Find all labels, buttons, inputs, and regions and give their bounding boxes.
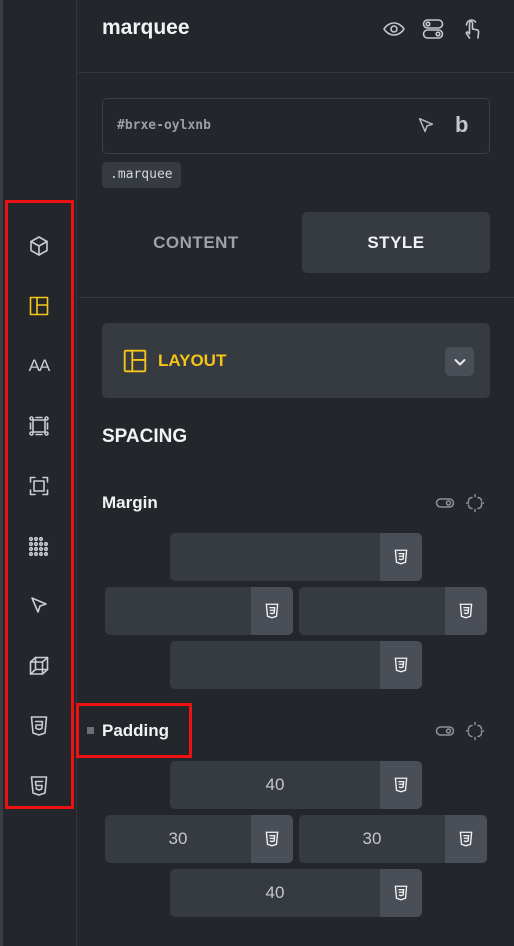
margin-right-value	[299, 587, 445, 635]
rail-edge	[0, 0, 3, 946]
divider	[78, 297, 514, 298]
css3-icon[interactable]	[445, 815, 487, 863]
layout-grid-icon	[122, 348, 148, 374]
unlink-icon[interactable]	[465, 493, 485, 513]
css3-icon[interactable]	[445, 587, 487, 635]
css3-icon[interactable]	[380, 761, 422, 809]
3d-box-icon[interactable]	[23, 650, 55, 682]
css3-icon[interactable]	[23, 710, 55, 742]
border-frame-icon[interactable]	[23, 410, 55, 442]
class-chip[interactable]: .marquee	[102, 162, 181, 188]
padding-top-field[interactable]: 40	[170, 761, 422, 809]
element-id-text: #brxe-oylxnb	[117, 118, 211, 133]
layout-grid-icon[interactable]	[23, 290, 55, 322]
bold-b-icon[interactable]: b	[455, 112, 468, 138]
css3-icon[interactable]	[251, 815, 293, 863]
padding-top-value: 40	[265, 775, 285, 794]
margin-left-value	[105, 587, 251, 635]
typography-icon[interactable]: AA	[23, 350, 55, 382]
margin-right-field[interactable]	[299, 587, 487, 635]
layout-label: LAYOUT	[158, 351, 227, 370]
margin-bottom-value	[170, 641, 380, 689]
toggle-icon[interactable]	[435, 493, 455, 513]
tab-content[interactable]: CONTENT	[102, 212, 290, 273]
margin-top-value	[170, 533, 380, 581]
css3-icon[interactable]	[380, 641, 422, 689]
padding-right-value: 30	[362, 829, 382, 848]
css3-icon[interactable]	[251, 587, 293, 635]
padding-left-value: 30	[168, 829, 188, 848]
dots-grid-icon[interactable]	[23, 530, 55, 562]
element-id-field[interactable]: #brxe-oylxnb b	[102, 98, 490, 154]
margin-bottom-field[interactable]	[170, 641, 422, 689]
cube-icon[interactable]	[23, 230, 55, 262]
layout-accordion[interactable]: LAYOUT	[102, 323, 490, 398]
padding-bottom-value: 40	[265, 883, 285, 902]
padding-left-field[interactable]: 30	[105, 815, 293, 863]
cursor-arrow-icon[interactable]	[23, 590, 55, 622]
cursor-arrow-icon[interactable]	[415, 115, 437, 137]
margin-top-field[interactable]	[170, 533, 422, 581]
eye-icon[interactable]	[381, 16, 407, 42]
padding-highlight-box	[76, 703, 192, 758]
padding-right-field[interactable]: 30	[299, 815, 487, 863]
chevron-down-icon[interactable]	[445, 347, 474, 376]
tab-style[interactable]: STYLE	[302, 212, 490, 273]
css3-icon[interactable]	[380, 533, 422, 581]
panel-header: marquee	[78, 0, 514, 73]
spacing-heading: SPACING	[102, 426, 188, 447]
style-panel: marquee #brxe-oylxnb b .marquee CONTENT …	[78, 0, 514, 946]
element-title: marquee	[102, 16, 190, 39]
toggle-stack-icon[interactable]	[420, 16, 446, 42]
margin-label: Margin	[102, 493, 158, 512]
box-sizing-icon[interactable]	[23, 470, 55, 502]
margin-left-field[interactable]	[105, 587, 293, 635]
toggle-icon[interactable]	[435, 721, 455, 741]
touch-pointer-icon[interactable]	[459, 16, 485, 42]
unlink-icon[interactable]	[465, 721, 485, 741]
html5-icon[interactable]	[23, 770, 55, 802]
css3-icon[interactable]	[380, 869, 422, 917]
padding-bottom-field[interactable]: 40	[170, 869, 422, 917]
sidebar-rail: AA	[0, 0, 77, 946]
